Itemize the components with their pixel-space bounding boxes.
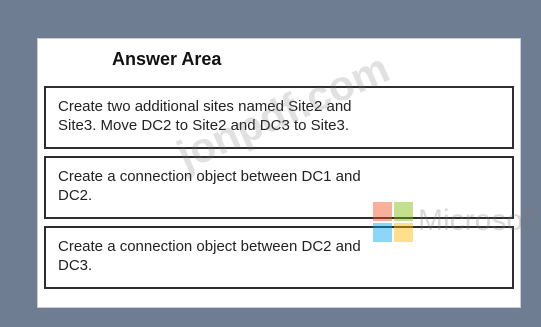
- answer-item-connection-dc1-dc2[interactable]: Create a connection object between DC1 a…: [44, 156, 514, 219]
- answer-item-line-2: DC2.: [58, 187, 93, 204]
- answer-item-line-1: Create a connection object between DC2 a…: [58, 238, 361, 255]
- answer-item-create-sites[interactable]: Create two additional sites named Site2 …: [44, 86, 514, 149]
- answer-item-connection-dc2-dc3[interactable]: Create a connection object between DC2 a…: [44, 226, 514, 289]
- answer-area-panel: Answer Area Create two additional sites …: [37, 38, 521, 308]
- answer-item-line-1: Create a connection object between DC1 a…: [58, 168, 361, 185]
- answer-item-line-1: Create two additional sites named Site2 …: [58, 98, 352, 115]
- answer-item-line-2: Site3. Move DC2 to Site2 and DC3 to Site…: [58, 117, 349, 134]
- answer-area-title: Answer Area: [112, 49, 222, 69]
- answer-item-line-2: DC3.: [58, 257, 93, 274]
